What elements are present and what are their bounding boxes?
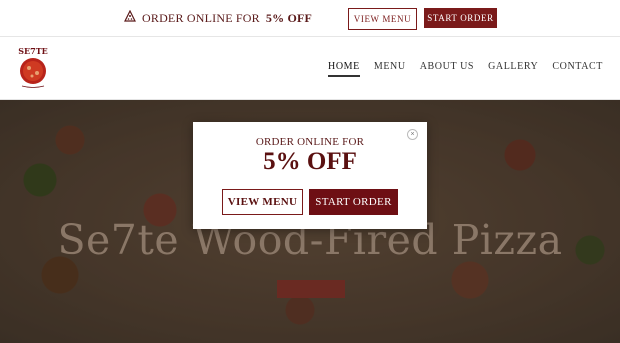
modal-discount: 5% OFF xyxy=(263,148,357,175)
modal-line1: ORDER ONLINE FOR xyxy=(255,136,365,148)
modal-start-order-button[interactable]: START ORDER xyxy=(309,189,398,215)
modal-view-menu-button[interactable]: VIEW MENU xyxy=(222,189,303,215)
promo-modal: × ORDER ONLINE FOR 5% OFF VIEW MENU STAR… xyxy=(193,122,427,229)
